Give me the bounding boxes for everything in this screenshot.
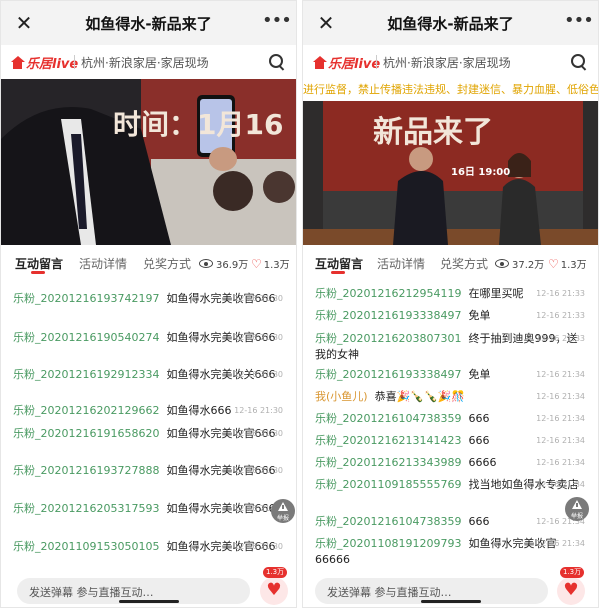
input-placeholder: 发送弹幕 参与直播互动… [327, 586, 452, 599]
active-tab-indicator [331, 271, 345, 274]
page-title: 如鱼得水-新品来了 [387, 15, 514, 33]
comment-item: 乐粉_20201216104738359 666 12-16 21:34 [315, 515, 585, 528]
divider [74, 55, 75, 69]
comment-item: 乐粉_20201216193727888 如鱼得水完美收官666 12-16 21… [13, 464, 283, 477]
heart-icon: ♥ [266, 580, 282, 600]
comment-item: 乐粉_20201216203807301 终于抽到迪奥999，送我的女神 12-1… [315, 332, 585, 361]
tab-prize-redemption[interactable]: 兑奖方式 [440, 255, 488, 272]
tab-prize-redemption[interactable]: 兑奖方式 [143, 255, 191, 272]
warning-mark [576, 503, 578, 507]
view-count: 37.2万 [495, 256, 544, 271]
title-bar: ✕ 如鱼得水-新品来了 ••• [303, 1, 598, 45]
like-button[interactable]: ♥ [557, 577, 585, 605]
brand-logo: 乐居live [11, 53, 78, 72]
brand-subtitle: 杭州·新浪家居·家居现场 [383, 56, 511, 70]
title-bar: ✕ 如鱼得水-新品来了 ••• [1, 1, 296, 45]
comment-item: 乐粉_20201216202129662 如鱼得水666 12-16 21:30 [13, 404, 283, 417]
brand-bar: 乐居live 杭州·新浪家居·家居现场 [303, 45, 598, 80]
comment-item: 乐粉_20201216192912334 如鱼得水完美收关666 12-16 21… [13, 368, 283, 381]
comment-item: 乐粉_20201216190540274 如鱼得水完美收官666 12-16 21… [13, 331, 283, 344]
left-screen: ✕ 如鱼得水-新品来了 ••• 乐居live 杭州·新浪家居·家居现场 时间：1… [0, 0, 297, 608]
comment-item: 乐粉_20201216193338497 免单 12-16 21:33 [315, 309, 585, 322]
page-title: 如鱼得水-新品来了 [85, 15, 212, 33]
report-label: 举报 [276, 515, 289, 522]
view-count: 36.9万 [199, 256, 248, 271]
brand-bar: 乐居live 杭州·新浪家居·家居现场 [1, 45, 296, 80]
like-badge: 1.3万 [263, 567, 288, 578]
brand-subtitle: 杭州·新浪家居·家居现场 [81, 56, 209, 70]
comment-item: 乐粉_20201216205317593 如鱼得水完美收官666 12-16 21… [13, 502, 283, 515]
active-tab-indicator [31, 271, 45, 274]
heart-icon: ♡ [548, 256, 559, 271]
comment-item: 乐粉_20201216193338497 免单 12-16 21:34 [315, 368, 585, 381]
search-icon[interactable] [570, 53, 588, 71]
like-count: ♡ 1.3万 [548, 256, 587, 272]
comment-item-self: 我(小鱼儿) 恭喜🎉🍾🍾🎉🎊 12-16 21:34 [315, 390, 585, 403]
tab-comments[interactable]: 互动留言 [315, 255, 363, 272]
search-icon[interactable] [268, 53, 286, 71]
close-icon[interactable]: ✕ [11, 10, 37, 36]
more-icon[interactable]: ••• [262, 10, 292, 36]
heart-icon: ♡ [251, 256, 262, 271]
heart-icon: ♥ [563, 580, 579, 600]
video-overlay-text: 新品来了 [373, 115, 493, 150]
tab-bar: 互动留言 活动详情 兑奖方式 36.9万 ♡ 1.3万 [1, 249, 296, 279]
comment-item: 乐粉_20201216213141423 666 12-16 21:34 [315, 434, 585, 447]
comment-item: 乐粉_20201109185555769 找当地如鱼得水专卖店 12-16 21:… [315, 478, 585, 491]
tab-bar: 互动留言 活动详情 兑奖方式 37.2万 ♡ 1.3万 [303, 249, 598, 279]
report-button[interactable]: 举报 [271, 499, 295, 523]
live-video[interactable]: 新品来了 16日 19:00 [303, 101, 598, 245]
divider [376, 55, 377, 69]
report-button[interactable]: 举报 [565, 497, 589, 521]
tab-comments[interactable]: 互动留言 [15, 255, 63, 272]
warning-mark [282, 505, 284, 509]
comment-item: 乐粉_20201216213343989 6666 12-16 21:34 [315, 456, 585, 469]
like-button[interactable]: ♥ [260, 577, 288, 605]
video-overlay-text: 时间：1月16 [113, 108, 284, 141]
comment-item: 乐粉_20201216191658620 如鱼得水完美收官666 12-16 21… [13, 427, 283, 440]
comment-item: 乐粉_20201216104738359 666 12-16 21:34 [315, 412, 585, 425]
comment-item: 乐粉_20201108191209793 如鱼得水完美收官66666 12-16 … [315, 537, 585, 566]
input-placeholder: 发送弹幕 参与直播互动… [29, 586, 154, 599]
house-icon [11, 55, 25, 69]
like-count: ♡ 1.3万 [251, 256, 290, 272]
more-icon[interactable]: ••• [564, 10, 594, 36]
comment-item: 乐粉_20201109153050105 如鱼得水完美收官666 12-16 21… [13, 540, 283, 553]
house-icon [313, 55, 327, 69]
eye-icon [199, 259, 213, 268]
report-label: 举报 [570, 513, 583, 520]
close-icon[interactable]: ✕ [313, 10, 339, 36]
home-indicator [119, 600, 179, 603]
notice-ticker: 进行监督，禁止传播违法违规、封建迷信、暴力血腥、低俗色情、招嫖 [303, 79, 598, 101]
home-indicator [421, 600, 481, 603]
eye-icon [495, 259, 509, 268]
video-time-text: 16日 19:00 [451, 167, 511, 178]
right-screen: ✕ 如鱼得水-新品来了 ••• 乐居live 杭州·新浪家居·家居现场 进行监督… [302, 0, 599, 608]
like-badge: 1.3万 [560, 567, 585, 578]
brand-logo: 乐居live [313, 53, 380, 72]
comment-item: 乐粉_20201216193742197 如鱼得水完美收官666 12-16 21… [13, 292, 283, 305]
tab-activity-details[interactable]: 活动详情 [377, 255, 425, 272]
comment-item: 乐粉_20201216212954119 在哪里买呢 12-16 21:33 [315, 287, 585, 300]
live-video[interactable]: 时间：1月16 [1, 79, 296, 245]
tab-activity-details[interactable]: 活动详情 [79, 255, 127, 272]
